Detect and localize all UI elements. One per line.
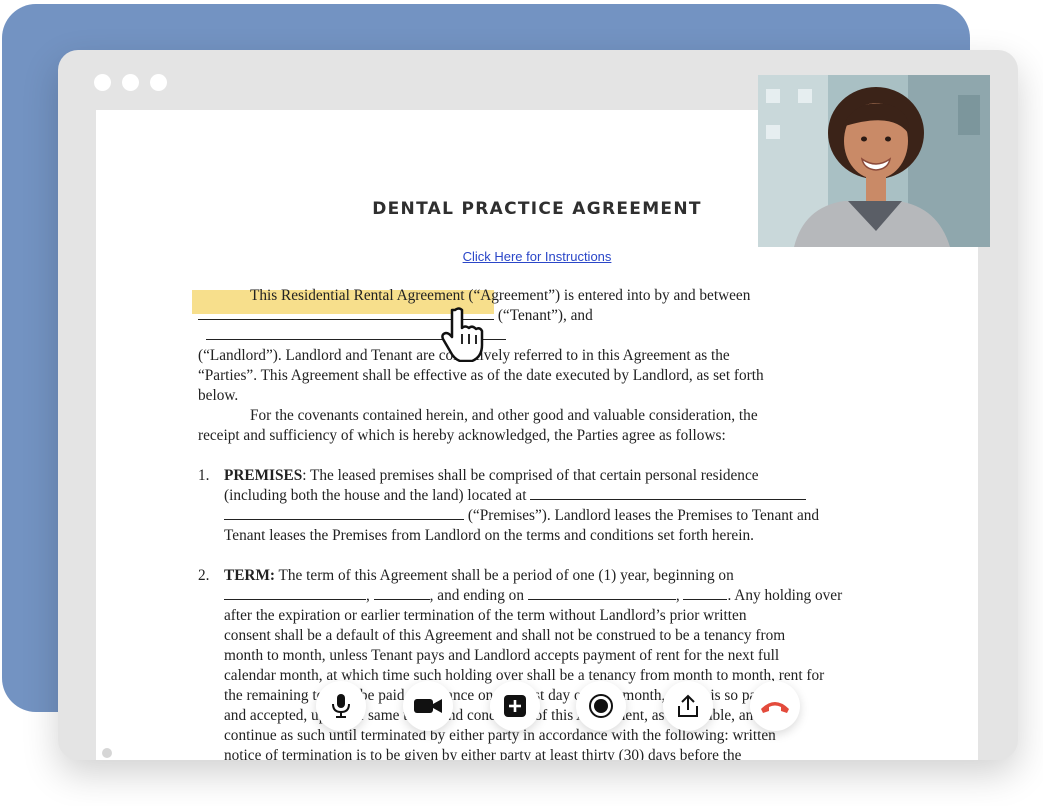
covenants-line-1: For the covenants contained herein, and … [250,407,758,424]
clause-premises: 1. PREMISES: The leased premises shall b… [198,466,878,546]
clause-number: 2. [198,567,210,584]
covenants-paragraph: For the covenants contained herein, and … [198,406,878,446]
clause-line: consent shall be a default of this Agree… [224,627,786,644]
add-button[interactable] [489,681,540,731]
intro-line-1: This Residential Rental Agreement (“Agre… [250,287,751,304]
start-date-field[interactable] [224,586,366,600]
intro-paragraph: This Residential Rental Agreement (“Agre… [198,286,878,406]
microphone-icon [332,694,350,718]
instructions-link[interactable]: Click Here for Instructions [96,249,978,264]
clause-line: Tenant leases the Premises from Landlord… [224,527,754,544]
clause-line: The term of this Agreement shall be a pe… [275,567,734,584]
clause-line: (“Premises”). Landlord leases the Premis… [467,507,820,524]
camera-button[interactable] [402,681,453,731]
clause-line: , and ending on [429,587,524,604]
address-field[interactable] [530,486,807,500]
clause-line: notice of termination is to be given by … [224,747,742,760]
window-close-dot[interactable] [94,74,111,91]
share-button[interactable] [663,681,714,731]
intro-line-4: “Parties”. This Agreement shall be effec… [198,367,764,384]
covenants-line-2: receipt and sufficiency of which is here… [198,427,726,444]
call-controls-bar [308,674,808,738]
intro-line-5: below. [198,387,239,404]
end-call-button[interactable] [749,681,800,731]
record-icon [589,694,614,718]
clause-line: after the expiration or earlier terminat… [224,607,747,624]
clause-line: month to month, unless Tenant pays and L… [224,647,780,664]
phone-hangup-icon [760,702,789,713]
intro-line-3: (“Landlord”). Landlord and Tenant are co… [198,347,730,364]
microphone-button[interactable] [316,681,366,731]
start-year-field[interactable] [373,586,430,600]
clause-line: . Any holding over [727,587,843,604]
window-minimize-dot[interactable] [122,74,139,91]
end-year-field[interactable] [683,586,728,600]
clause-heading: PREMISES [224,467,303,484]
record-button[interactable] [576,681,627,731]
status-dot [102,748,112,758]
participant-video-tile[interactable] [758,75,990,247]
address-field-continued[interactable] [224,506,464,520]
window-maximize-dot[interactable] [150,74,167,91]
clause-line: : The leased premises shall be comprised… [302,467,759,484]
share-upload-icon [678,694,699,717]
app-window: DENTAL PRACTICE AGREEMENT Click Here for… [58,50,1018,760]
hand-cursor-icon [441,307,484,362]
intro-line-2: (“Tenant”), and [497,307,593,324]
clause-number: 1. [198,467,210,484]
window-controls [94,74,167,91]
clause-line: (including both the house and the land) … [224,487,527,504]
end-date-field[interactable] [527,586,676,600]
video-camera-icon [413,699,442,713]
participant-avatar [758,75,990,247]
plus-square-icon [503,695,526,717]
clause-heading: TERM: [224,567,275,584]
